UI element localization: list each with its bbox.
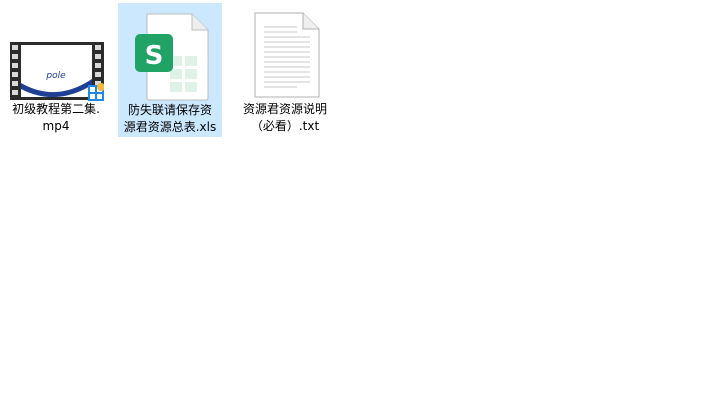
video-thumbnail-logo: pole: [45, 71, 66, 81]
file-name-line-2: （必看）.txt: [250, 119, 320, 133]
file-name-label: 资源君资源说明 （必看）.txt: [233, 101, 337, 135]
file-item-spreadsheet[interactable]: S 防失联请保存资 源君资源总表.xls: [118, 3, 222, 137]
file-explorer-view[interactable]: pole 初级教程第二集. mp4 S 防失联请保存资 源君资源总表.xls 资…: [0, 0, 721, 405]
file-name-line-1: 资源君资源说明: [242, 102, 327, 116]
spreadsheet-app-letter: S: [145, 41, 164, 71]
spreadsheet-file-icon: S: [122, 8, 218, 104]
file-name-line-2: 源君资源总表.xls: [123, 120, 217, 134]
video-file-icon: pole: [8, 7, 105, 103]
file-name-line-2: mp4: [42, 119, 70, 133]
file-item-video[interactable]: pole 初级教程第二集. mp4: [4, 3, 108, 137]
file-item-text[interactable]: 资源君资源说明 （必看）.txt: [233, 3, 337, 137]
file-name-line-1: 初级教程第二集.: [12, 102, 100, 116]
text-file-icon: [237, 7, 333, 103]
file-name-label: 初级教程第二集. mp4: [4, 101, 108, 135]
file-name-label: 防失联请保存资 源君资源总表.xls: [119, 102, 221, 136]
file-name-line-1: 防失联请保存资: [127, 103, 212, 117]
